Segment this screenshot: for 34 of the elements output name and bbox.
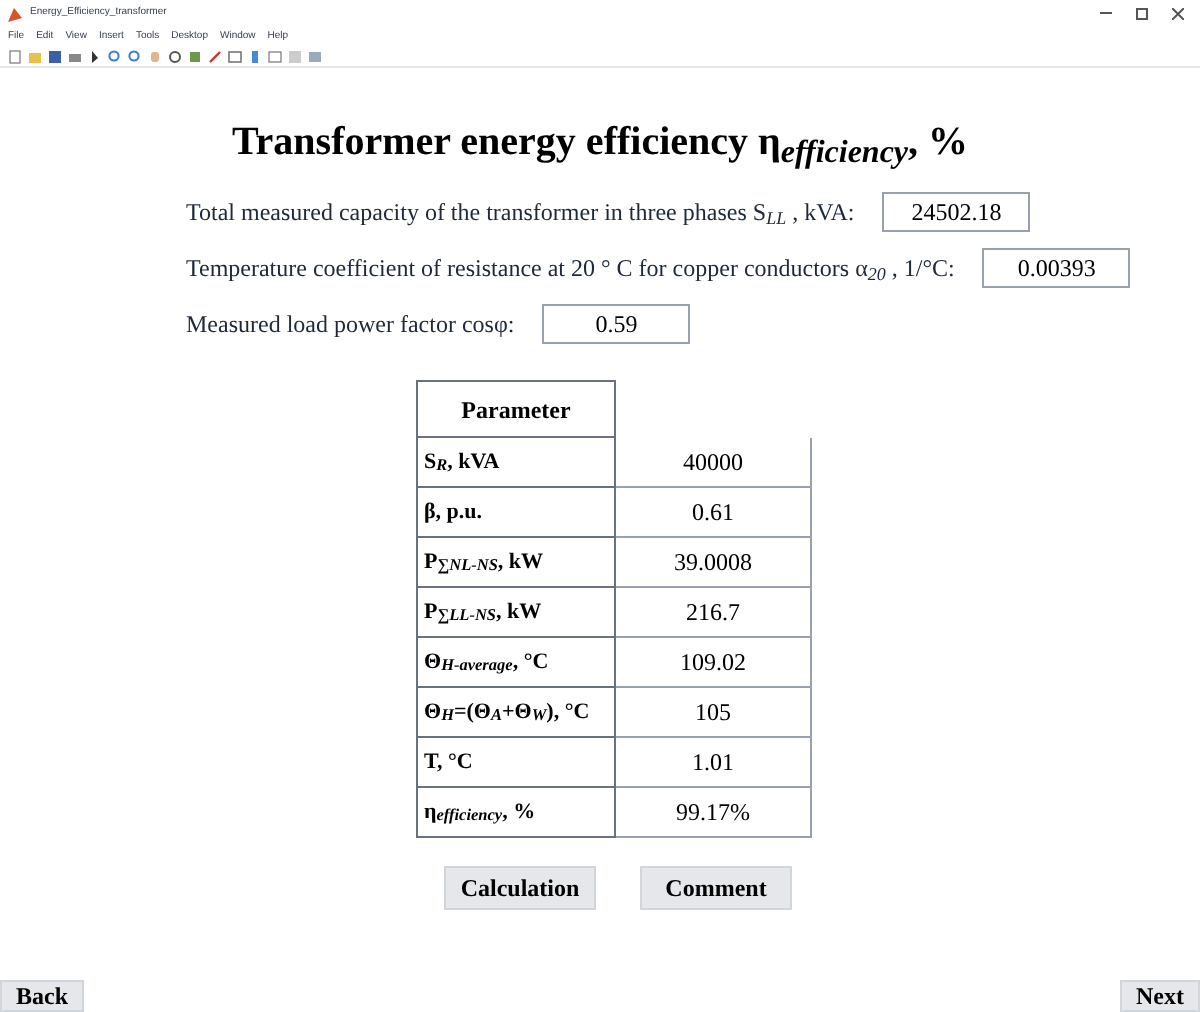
table-cell: T, °C [416,738,616,788]
table-cell: 40000 [616,438,812,488]
input-field[interactable]: 0.59 [542,304,691,344]
table-cell: η$_{efficiency}$, % [416,788,616,838]
table-cell: 109.02 [616,638,812,688]
table-cell: 99.17% [616,788,812,838]
table-cell: 216.7 [616,588,812,638]
colorbar-icon[interactable] [248,50,262,64]
table-cell: Θ$_{H}$=(Θ$_{A}$+Θ$_{W}$), °C [416,688,616,738]
pointer-icon[interactable] [88,50,102,64]
table-cell: 0.61 [616,488,812,538]
minimize-icon[interactable] [1100,12,1112,16]
input-field[interactable]: 24502.18 [882,192,1031,232]
field-label: Temperature coefficient of resistance at 20 ° C for copper conductors α$_{20}$ , 1/°C: [186,252,955,286]
table-cell: Θ$_{H-average}$, °C [416,638,616,688]
table-cell: 1.01 [616,738,812,788]
table-cell: S$_{R}$, kVA [416,438,616,488]
input-field[interactable]: 0.00393 [982,248,1131,288]
table-cell: β, p.u. [416,488,616,538]
back-button[interactable]: Back [0,980,85,1012]
page-heading: Transformer energy efficiency η$_{efficiency}$, % [229,118,971,172]
app-icon [8,7,22,21]
table-cell: P$_{∑NL-NS}$, kW [416,538,616,588]
action-button[interactable]: Comment [640,866,792,910]
field-label: Total measured capacity of the transformer in three phases S$_{LL}$ , kVA: [186,196,855,230]
close-icon[interactable] [1172,8,1184,20]
maximize-icon[interactable] [1136,8,1148,20]
table-cell: 105 [616,688,812,738]
next-button[interactable]: Next [1120,980,1200,1012]
column-header: Parameter [416,380,616,438]
table-cell: 39.0008 [616,538,812,588]
field-label: Measured load power factor cosφ: [186,308,515,342]
action-button[interactable]: Calculation [444,866,596,910]
table-cell: P$_{∑LL-NS}$, kW [416,588,616,638]
